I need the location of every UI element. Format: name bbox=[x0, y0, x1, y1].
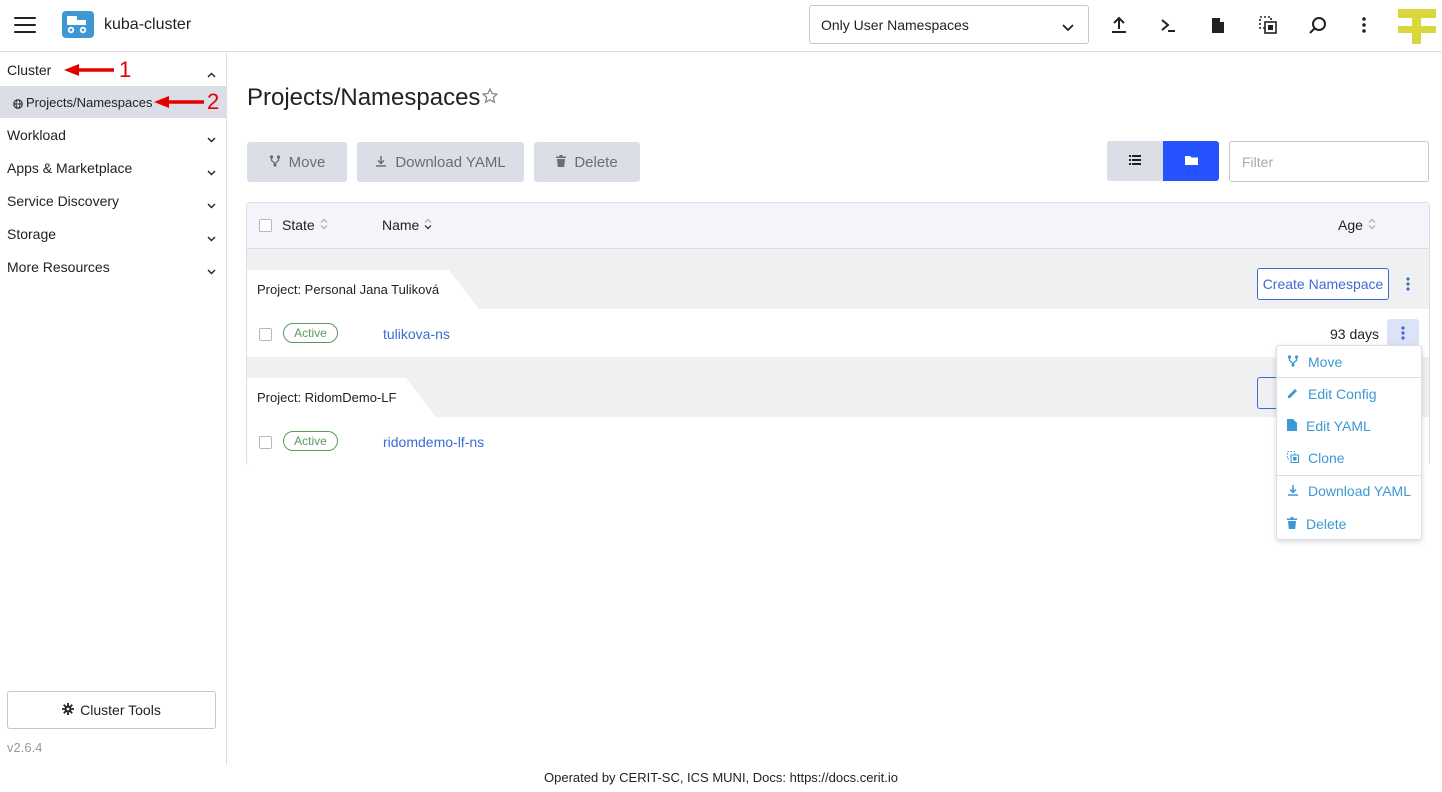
table-header: State Name Age bbox=[247, 203, 1429, 249]
menu-item-clone[interactable]: Clone bbox=[1277, 442, 1421, 474]
row-actions-kebab-icon[interactable] bbox=[1387, 319, 1419, 347]
menu-item-label: Clone bbox=[1308, 450, 1345, 466]
sort-icon bbox=[320, 217, 328, 233]
group-by-project-button[interactable] bbox=[1163, 141, 1219, 181]
column-header-age[interactable]: Age bbox=[1338, 217, 1376, 233]
column-label: Age bbox=[1338, 217, 1363, 233]
pencil-icon bbox=[1287, 386, 1299, 402]
table-row: Active tulikova-ns 93 days bbox=[247, 309, 1429, 357]
project-group-label: Project: Personal Jana Tuliková bbox=[247, 270, 480, 309]
menu-item-delete[interactable]: Delete bbox=[1277, 508, 1421, 540]
row-actions-menu: Move Edit Config Edit YAML Clone Downloa… bbox=[1276, 345, 1422, 540]
file-icon bbox=[1287, 418, 1297, 434]
project-group-label: Project: RidomDemo-LF bbox=[247, 378, 437, 417]
move-button[interactable]: Move bbox=[247, 142, 347, 182]
trash-icon bbox=[556, 154, 567, 171]
column-header-name[interactable]: Name bbox=[382, 217, 432, 233]
project-actions-kebab-icon[interactable] bbox=[1392, 270, 1424, 298]
page-title: Projects/Namespaces bbox=[247, 84, 481, 111]
menu-item-label: Edit Config bbox=[1308, 386, 1377, 402]
column-label: State bbox=[282, 217, 315, 233]
annotation-arrow-1 bbox=[64, 64, 114, 76]
select-all-checkbox[interactable] bbox=[259, 219, 272, 232]
menu-item-edit-yaml[interactable]: Edit YAML bbox=[1277, 410, 1421, 442]
move-icon bbox=[1287, 354, 1299, 370]
create-namespace-button[interactable] bbox=[1257, 377, 1277, 409]
sort-icon bbox=[1368, 217, 1376, 233]
annotation-number: 1 bbox=[119, 57, 132, 82]
trash-icon bbox=[1287, 516, 1297, 532]
age-value: 93 days bbox=[1330, 326, 1380, 342]
download-yaml-button-label: Download YAML bbox=[395, 153, 506, 171]
create-namespace-button[interactable]: Create Namespace bbox=[1257, 268, 1389, 300]
move-icon bbox=[269, 154, 281, 171]
menu-item-edit-config[interactable]: Edit Config bbox=[1277, 378, 1421, 410]
menu-item-label: Move bbox=[1308, 354, 1343, 370]
sort-icon bbox=[424, 217, 432, 233]
clone-icon bbox=[1287, 450, 1299, 466]
status-badge: Active bbox=[283, 431, 338, 451]
download-yaml-button[interactable]: Download YAML bbox=[357, 142, 524, 182]
row-checkbox[interactable] bbox=[259, 328, 272, 341]
namespace-link[interactable]: tulikova-ns bbox=[383, 326, 450, 342]
download-icon bbox=[1287, 483, 1299, 499]
namespace-link[interactable]: ridomdemo-lf-ns bbox=[383, 434, 484, 450]
menu-item-move[interactable]: Move bbox=[1277, 346, 1421, 378]
project-group-row: Project: Personal Jana Tuliková Create N… bbox=[247, 249, 1429, 309]
annotation-number: 2 bbox=[207, 89, 220, 114]
delete-button-label: Delete bbox=[574, 153, 618, 171]
status-badge: Active bbox=[283, 323, 338, 343]
flat-list-view-button[interactable] bbox=[1107, 141, 1163, 181]
project-group-row: Project: RidomDemo-LF bbox=[247, 357, 1429, 417]
list-icon bbox=[1129, 152, 1141, 170]
table-row: Active ridomdemo-lf-ns bbox=[247, 417, 1429, 465]
annotation-arrow-2 bbox=[154, 96, 204, 108]
filter-input[interactable] bbox=[1229, 141, 1429, 182]
delete-button[interactable]: Delete bbox=[534, 142, 640, 182]
menu-item-download-yaml[interactable]: Download YAML bbox=[1277, 475, 1421, 507]
column-label: Name bbox=[382, 217, 420, 233]
view-mode-toggle bbox=[1107, 141, 1219, 181]
namespaces-table: State Name Age Project: Personal Jana Tu… bbox=[246, 202, 1430, 465]
move-button-label: Move bbox=[288, 153, 326, 171]
footer-text: Operated by CERIT-SC, ICS MUNI, Docs: ht… bbox=[544, 770, 898, 785]
row-checkbox[interactable] bbox=[259, 436, 272, 449]
folder-icon bbox=[1184, 152, 1198, 170]
column-header-state[interactable]: State bbox=[282, 217, 328, 233]
menu-item-label: Edit YAML bbox=[1306, 418, 1371, 434]
download-icon bbox=[375, 154, 387, 171]
menu-item-label: Delete bbox=[1306, 516, 1347, 532]
favorite-star-icon[interactable] bbox=[481, 87, 499, 109]
menu-item-label: Download YAML bbox=[1308, 483, 1411, 499]
